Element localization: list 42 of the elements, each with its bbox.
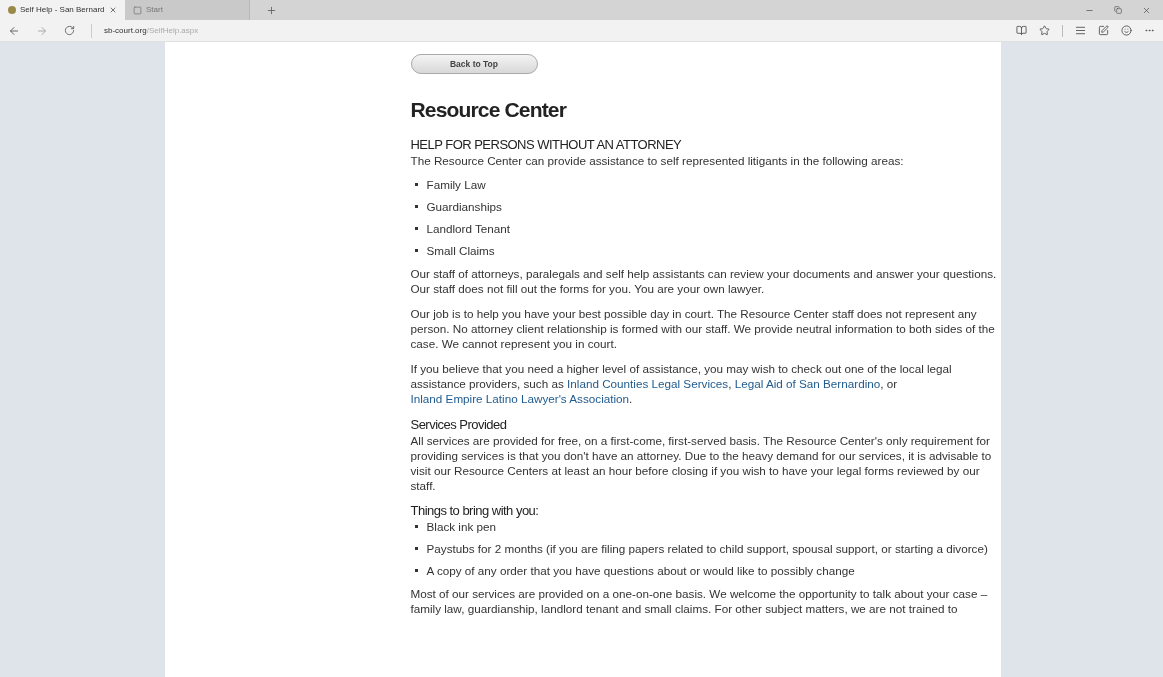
paragraph: All services are provided for free, on a first-come, first-served basis. The Resource Center's only requirement for providing services is that you don't have an attorney. Due to the heavy demand for our services, it is advisable to visit our Resource Centers at least an hour before closing if you wish to have your legal forms reviewed by our staff. bbox=[410, 432, 993, 493]
note-icon[interactable] bbox=[1098, 25, 1109, 36]
section-heading: Services Provided bbox=[410, 415, 508, 433]
bullet-icon bbox=[414, 226, 418, 230]
restore-icon[interactable] bbox=[1114, 6, 1122, 14]
list-item: Black ink pen bbox=[426, 518, 496, 534]
list-item: Guardianships bbox=[426, 198, 502, 214]
section-heading: Things to bring with you: bbox=[410, 501, 540, 519]
new-tab-icon[interactable] bbox=[266, 4, 277, 16]
list-item: A copy of any order that you have questions about or would like to possibly change bbox=[426, 562, 855, 578]
star-icon[interactable] bbox=[1039, 25, 1050, 36]
refresh-icon[interactable] bbox=[64, 25, 75, 36]
back-to-top-button[interactable]: Back to Top bbox=[410, 54, 538, 75]
paragraph: Our job is to help you have your best possible day in court. The Resource Center staff does not represent any person. No attorney client relationship is formed with our staff. We provide neutral information to both sides of the case. We cannot represent you in court. bbox=[410, 305, 996, 351]
bullet-icon bbox=[414, 568, 418, 572]
bullet-icon bbox=[414, 546, 418, 550]
back-icon[interactable] bbox=[8, 24, 20, 37]
feedback-icon[interactable] bbox=[1121, 25, 1132, 36]
paragraph: If you believe that you need a higher level of assistance, you may wish to check out one of the local legal assistance providers, such as Inland Counties Legal Services, Legal Aid of San Bernardino, or Inland Empire Latino Lawyer's Association. bbox=[410, 360, 953, 406]
browser-tab[interactable]: Self Help - San Bernard bbox=[0, 0, 125, 20]
bullet-icon bbox=[414, 248, 418, 252]
paragraph: Our staff of attorneys, paralegals and self help assistants can review your documents and answer your questions. Our staff does not fill out the forms for you. You are your own lawyer. bbox=[410, 265, 997, 296]
reading-view-icon[interactable] bbox=[1016, 25, 1027, 36]
tab-title: Start bbox=[146, 4, 164, 16]
page-title: Resource Center bbox=[410, 97, 568, 124]
site-favicon bbox=[8, 6, 16, 14]
paragraph: The Resource Center can provide assistance to self represented litigants in the following areas: bbox=[410, 152, 905, 168]
list-item: Paystubs for 2 months (if you are filing papers related to child support, spousal support, or starting a divorce) bbox=[426, 540, 988, 556]
list-item: Family Law bbox=[426, 176, 486, 192]
address-field[interactable]: sb-court.org/SelfHelp.aspx bbox=[91, 23, 199, 38]
list-item: Landlord Tenant bbox=[426, 220, 511, 236]
paragraph: Most of our services are provided on a one-on-one basis. We welcome the opportunity to talk about your case – family law, guardianship, landlord tenant and small claims. For other subject matters, we are not trained to bbox=[410, 585, 989, 616]
close-icon[interactable] bbox=[1142, 5, 1151, 15]
section-heading: HELP FOR PERSONS WITHOUT AN ATTORNEY bbox=[410, 135, 683, 153]
bullet-icon bbox=[414, 524, 418, 528]
tab-title: Self Help - San Bernard bbox=[20, 4, 105, 16]
bullet-icon bbox=[414, 182, 418, 186]
tab-page-icon bbox=[133, 5, 142, 15]
close-icon[interactable] bbox=[109, 6, 117, 14]
bullet-icon bbox=[414, 204, 418, 208]
list-item: Small Claims bbox=[426, 242, 495, 258]
hub-icon[interactable] bbox=[1075, 25, 1086, 36]
